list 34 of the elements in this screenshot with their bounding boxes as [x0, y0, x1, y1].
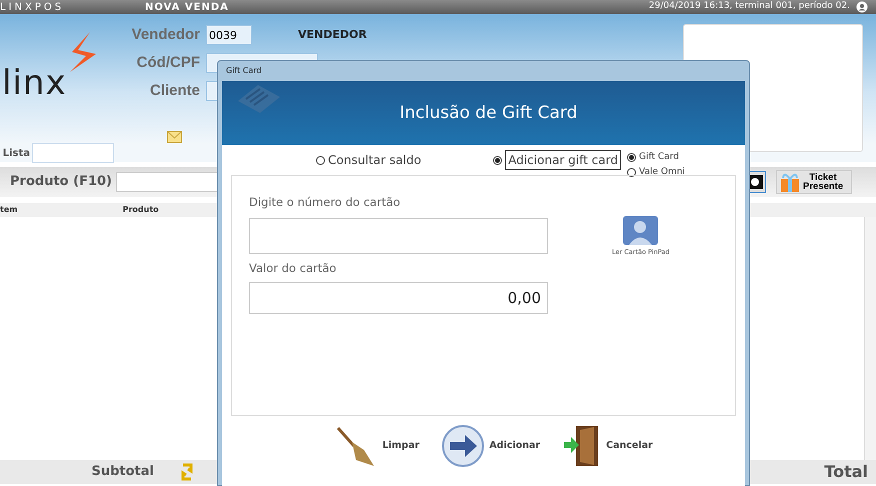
dialog-title: Gift Card — [226, 65, 262, 77]
column-header: Produto — [122, 204, 159, 216]
column-header: tem — [0, 204, 18, 216]
card-icon — [236, 83, 282, 115]
subtotal-label: Subtotal — [90, 463, 155, 482]
card-number-field[interactable] — [249, 218, 548, 254]
dialog-button[interactable]: Limpar — [334, 424, 420, 468]
screen-title: NOVA VENDA — [145, 0, 229, 14]
gift-icon — [779, 171, 801, 193]
session-info: 29/04/2019 16:13, terminal 001, período 02. — [648, 0, 850, 14]
dialog-heading: Inclusão de Gift Card — [398, 102, 578, 124]
mode-radio[interactable]: Consultar saldo — [316, 151, 422, 169]
field-label: Vendedor — [130, 24, 200, 45]
seller-name: VENDEDOR — [298, 26, 367, 43]
card-type-radio[interactable]: Vale Omni — [627, 166, 685, 179]
text-field[interactable]: 0039 — [206, 25, 252, 45]
field-label: Cód/CPF — [136, 52, 200, 73]
dialog-button[interactable]: Adicionar — [441, 424, 540, 468]
field-label: Digite o número do cartão — [249, 194, 402, 211]
scrollbar[interactable] — [864, 217, 876, 460]
list-field[interactable] — [32, 143, 114, 163]
pinpad-user-icon[interactable] — [623, 216, 658, 245]
ticket-button[interactable]: Ticket Presente — [776, 170, 852, 194]
field-label: Produto (F10) — [9, 173, 112, 192]
envelope-icon[interactable] — [167, 131, 182, 143]
field-label: Lista — [2, 146, 30, 160]
field-label: Valor do cartão — [249, 260, 338, 278]
card-type-radio[interactable]: Gift Card — [627, 151, 685, 164]
dialog-button[interactable]: Cancelar — [562, 424, 653, 468]
logo-text: linx — [2, 62, 67, 105]
total-label: Total — [824, 461, 868, 483]
field-label: Cliente — [148, 80, 200, 101]
app-name: LINXPOS — [0, 0, 66, 14]
card-value-field[interactable]: 0,00 — [249, 282, 548, 314]
